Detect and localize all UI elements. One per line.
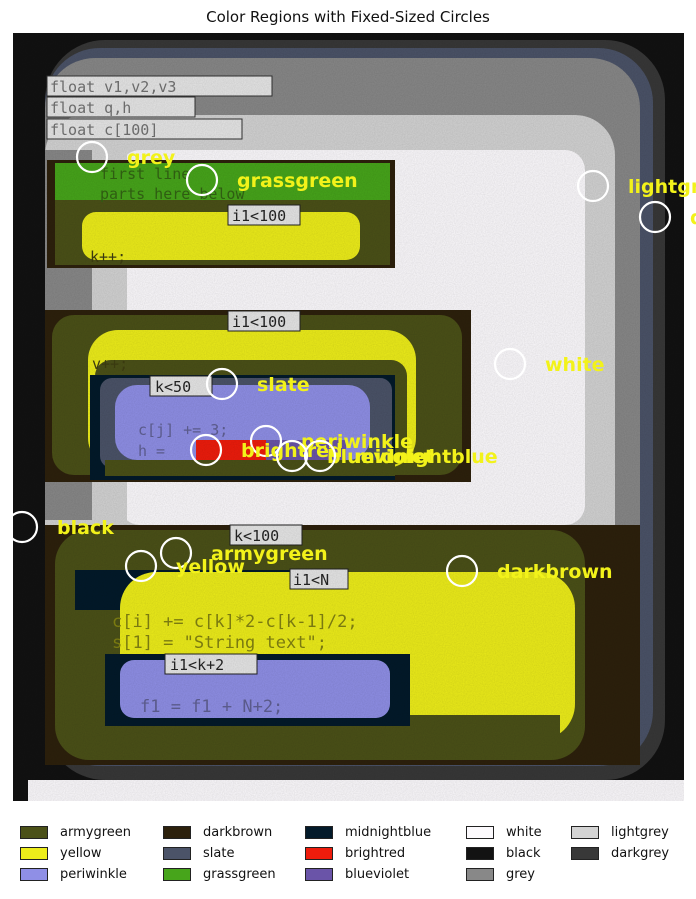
circle-label-black: black xyxy=(57,517,114,539)
circle-label-lightgrey: lightgrey xyxy=(628,176,696,198)
circle-label-darkgrey: darkgrey xyxy=(690,207,696,229)
code-text-11: h = xyxy=(138,442,165,460)
texture-overlay xyxy=(13,33,684,801)
legend-swatch-darkgrey xyxy=(571,846,599,860)
legend-label-brightred: brightred xyxy=(345,845,406,861)
legend-swatch-white xyxy=(466,825,494,839)
legend-swatch-brightred xyxy=(305,846,333,860)
legend-label-midnightblue: midnightblue xyxy=(345,824,432,840)
legend-item-yellow: yellow xyxy=(20,843,102,863)
legend-item-black: black xyxy=(466,843,541,863)
legend-label-grassgreen: grassgreen xyxy=(203,866,276,882)
code-text-5: i1<100 xyxy=(232,207,286,225)
legend-label-darkgrey: darkgrey xyxy=(611,845,670,861)
code-text-17: f1 = f1 + N+2; xyxy=(140,697,283,717)
code-text-1: float q,h xyxy=(50,99,131,117)
legend-item-armygreen: armygreen xyxy=(20,822,131,842)
legend-swatch-blueviolet xyxy=(305,867,333,881)
legend-swatch-periwinkle xyxy=(20,867,48,881)
legend-item-blueviolet: blueviolet xyxy=(305,864,409,884)
code-text-9: k<50 xyxy=(155,378,191,396)
legend-label-grey: grey xyxy=(506,866,536,882)
legend-swatch-midnightblue xyxy=(305,825,333,839)
circle-label-white: white xyxy=(545,354,605,376)
legend-item-darkgrey: darkgrey xyxy=(571,843,669,863)
legend: armygreen yellow periwinkle darkbrown slate g… xyxy=(20,822,690,892)
legend-label-slate: slate xyxy=(203,845,235,861)
code-text-4: parts here below xyxy=(100,185,245,203)
legend-item-grey: grey xyxy=(466,864,535,884)
legend-item-slate: slate xyxy=(163,843,234,863)
legend-swatch-slate xyxy=(163,846,191,860)
legend-item-midnightblue: midnightblue xyxy=(305,822,431,842)
legend-swatch-armygreen xyxy=(20,825,48,839)
legend-label-periwinkle: periwinkle xyxy=(60,866,127,882)
legend-swatch-yellow xyxy=(20,846,48,860)
circle-label-grassgreen: grassgreen xyxy=(237,170,358,192)
code-text-16: i1<k+2 xyxy=(170,656,224,674)
code-text-14: c[i] += c[k]*2-c[k-1]/2; xyxy=(112,612,358,632)
legend-label-yellow: yellow xyxy=(60,845,102,861)
chart-plot: float v1,v2,v3 float q,h float c[100] fi… xyxy=(5,33,696,801)
legend-swatch-darkbrown xyxy=(163,825,191,839)
legend-item-lightgrey: lightgrey xyxy=(571,822,669,842)
legend-label-white: white xyxy=(506,824,542,840)
legend-label-lightgrey: lightgrey xyxy=(611,824,669,840)
code-text-15: s[1] = "String text"; xyxy=(112,633,327,653)
circle-label-darkbrown: darkbrown xyxy=(497,561,613,583)
code-text-6: k++; xyxy=(90,248,126,266)
legend-label-black: black xyxy=(506,845,541,861)
legend-item-periwinkle: periwinkle xyxy=(20,864,127,884)
code-text-13: i1<N xyxy=(293,571,329,589)
legend-swatch-grey xyxy=(466,867,494,881)
circle-label-yellow: yellow xyxy=(176,556,245,578)
legend-label-darkbrown: darkbrown xyxy=(203,824,273,840)
legend-item-brightred: brightred xyxy=(305,843,405,863)
circle-label-slate: slate xyxy=(257,374,310,396)
code-text-8: v++; xyxy=(92,355,128,373)
legend-item-white: white xyxy=(466,822,542,842)
circle-label-grey: grey xyxy=(127,147,176,169)
circle-label-midnightblue: midnightblue xyxy=(355,446,498,468)
code-text-10: c[j] += 3; xyxy=(138,421,228,439)
code-text-2: float c[100] xyxy=(50,121,158,139)
legend-swatch-lightgrey xyxy=(571,825,599,839)
code-text-0: float v1,v2,v3 xyxy=(50,78,176,96)
legend-item-darkbrown: darkbrown xyxy=(163,822,272,842)
legend-swatch-black xyxy=(466,846,494,860)
legend-swatch-grassgreen xyxy=(163,867,191,881)
code-text-7: i1<100 xyxy=(232,313,286,331)
legend-item-grassgreen: grassgreen xyxy=(163,864,276,884)
legend-label-blueviolet: blueviolet xyxy=(345,866,410,882)
legend-label-armygreen: armygreen xyxy=(60,824,131,840)
